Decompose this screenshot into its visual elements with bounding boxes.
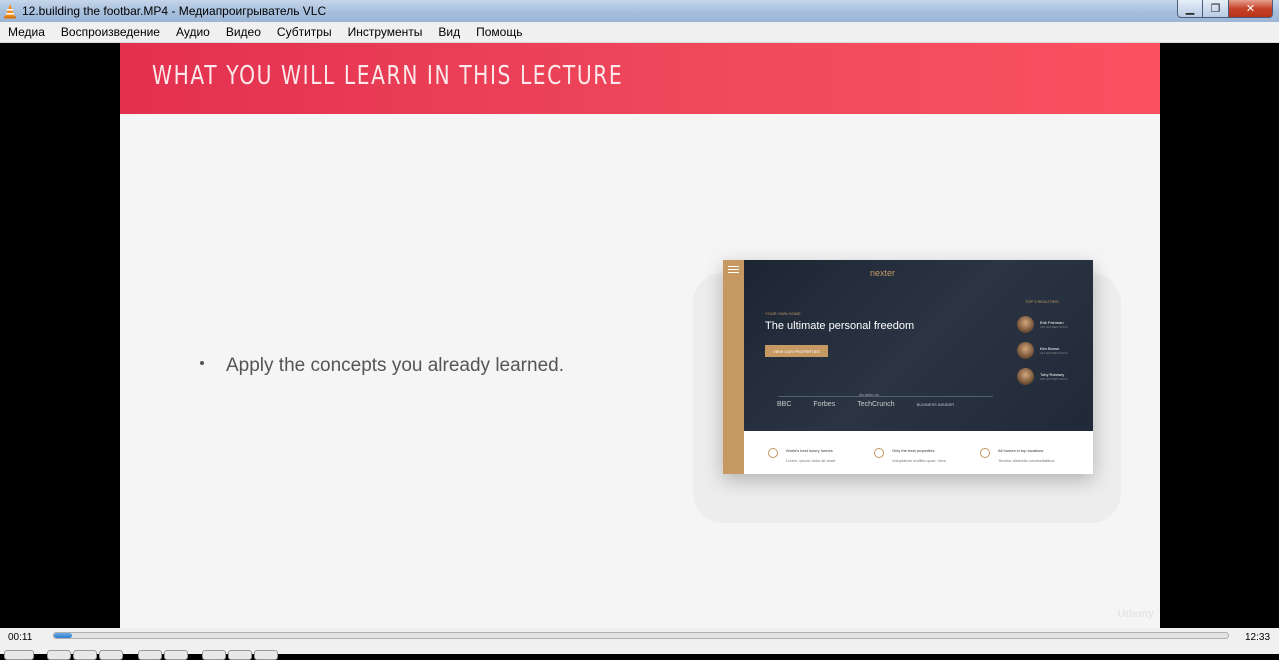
globe-icon	[768, 448, 778, 458]
feature-title: All homes in top locations	[998, 448, 1044, 453]
feature-title: Only the best properties	[892, 448, 935, 453]
menu-video[interactable]: Видео	[226, 25, 261, 39]
feature-item: World's best luxury homes Lorem, ipsum d…	[768, 448, 835, 463]
previous-button[interactable]	[47, 650, 71, 660]
press-logo: Forbes	[813, 401, 836, 408]
title-bar: 12.building the footbar.MP4 - Медиапроиг…	[0, 0, 1279, 22]
press-logo: BBC	[777, 401, 792, 408]
play-button[interactable]	[4, 650, 34, 660]
avatar	[1017, 342, 1034, 359]
slide-title: WHAT YOU WILL LEARN IN THIS LECTURE	[152, 61, 624, 91]
mockup-sidebar	[723, 260, 744, 474]
stop-button[interactable]	[73, 650, 97, 660]
window-controls: ▁ ❐ ✕	[1177, 0, 1273, 18]
bullet-text: Apply the concepts you already learned.	[226, 355, 564, 376]
realtors-title: TOP 3 REALTORS	[1025, 299, 1059, 304]
menu-subtitles[interactable]: Субтитры	[277, 25, 332, 39]
bullet-marker	[200, 361, 204, 365]
feature-desc: Lorem, ipsum dolor sit amet	[786, 458, 836, 463]
realtor-item: Kim Brown 212 HOUSES SOLD	[1017, 342, 1068, 359]
menu-audio[interactable]: Аудио	[176, 25, 210, 39]
feature-item: Only the best properties Voluptatum moll…	[874, 448, 946, 463]
feature-desc: Voluptatum mollitia quae. Vero	[892, 458, 947, 463]
hamburger-icon	[728, 266, 739, 267]
map-pin-icon	[980, 448, 990, 458]
avatar	[1017, 316, 1034, 333]
menu-view[interactable]: Вид	[438, 25, 460, 39]
realtor-item: Toby Ramsey 198 HOUSES SOLD	[1017, 368, 1068, 385]
slide-header: WHAT YOU WILL LEARN IN THIS LECTURE	[120, 43, 1160, 114]
website-mockup: nexter YOUR OWN HOME: The ultimate perso…	[723, 260, 1093, 474]
menu-tools[interactable]: Инструменты	[348, 25, 423, 39]
avatar	[1017, 368, 1034, 385]
mockup-kicker: YOUR OWN HOME:	[765, 311, 802, 316]
press-logo: TechCrunch	[857, 401, 895, 408]
mockup-features: World's best luxury homes Lorem, ipsum d…	[744, 431, 1093, 474]
feature-title: World's best luxury homes	[786, 448, 833, 453]
video-frame: WHAT YOU WILL LEARN IN THIS LECTURE Appl…	[120, 43, 1160, 628]
mockup-seen-on: As seen on	[859, 392, 880, 397]
close-button[interactable]: ✕	[1229, 0, 1273, 18]
fullscreen-button[interactable]	[138, 650, 162, 660]
seek-bar[interactable]	[53, 632, 1229, 639]
realtor-sub: 245 HOUSES SOLD	[1040, 325, 1068, 329]
mockup-logo: nexter	[870, 268, 896, 278]
realtor-sub: 198 HOUSES SOLD	[1040, 377, 1068, 381]
udemy-watermark: Udemy	[1117, 608, 1154, 620]
elapsed-time: 00:11	[8, 632, 33, 643]
press-logo: BUSINESS INSIDER	[916, 402, 955, 407]
window-title: 12.building the footbar.MP4 - Медиапроиг…	[22, 4, 327, 18]
loop-button[interactable]	[228, 650, 252, 660]
playlist-button[interactable]	[202, 650, 226, 660]
feature-item: All homes in top locations Tenetur disti…	[980, 448, 1054, 463]
trophy-icon	[874, 448, 884, 458]
vlc-cone-icon	[4, 4, 16, 19]
mockup-hero: nexter YOUR OWN HOME: The ultimate perso…	[744, 260, 1093, 431]
shuffle-button[interactable]	[254, 650, 278, 660]
video-area[interactable]: WHAT YOU WILL LEARN IN THIS LECTURE Appl…	[0, 43, 1279, 628]
playback-controls: 00:11 12:33	[0, 628, 1279, 660]
feature-desc: Tenetur distinctio necessitatibus	[998, 458, 1055, 463]
total-duration: 12:33	[1245, 632, 1271, 643]
extended-settings-button[interactable]	[164, 650, 188, 660]
mockup-press-logos: BBC Forbes TechCrunch BUSINESS INSIDER	[777, 401, 954, 408]
realtor-item: Erik Feinman 245 HOUSES SOLD	[1017, 316, 1068, 333]
menu-bar: Медиа Воспроизведение Аудио Видео Субтит…	[0, 22, 1279, 43]
maximize-button[interactable]: ❐	[1203, 0, 1229, 18]
menu-media[interactable]: Медиа	[8, 25, 45, 39]
realtor-sub: 212 HOUSES SOLD	[1040, 351, 1068, 355]
mockup-heading: The ultimate personal freedom	[765, 320, 915, 332]
seek-progress	[54, 633, 72, 638]
minimize-button[interactable]: ▁	[1177, 0, 1203, 18]
mockup-divider	[778, 396, 993, 397]
menu-help[interactable]: Помощь	[476, 25, 522, 39]
menu-playback[interactable]: Воспроизведение	[61, 25, 160, 39]
mockup-cta: VIEW OUR PROPERTIES	[765, 345, 828, 357]
next-button[interactable]	[99, 650, 123, 660]
